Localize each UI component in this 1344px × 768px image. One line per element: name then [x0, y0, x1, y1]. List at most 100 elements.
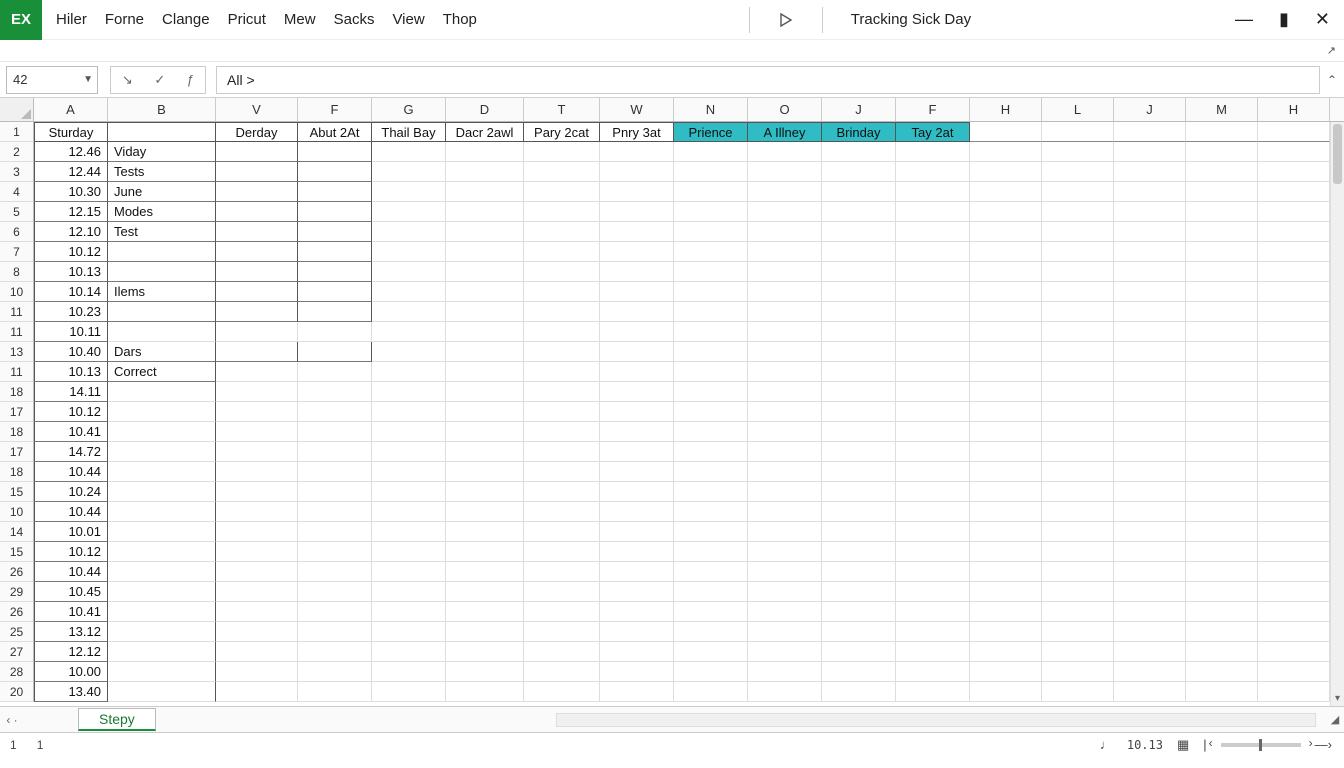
cell[interactable]: 13.40 — [34, 682, 108, 702]
cell[interactable] — [446, 462, 524, 482]
cell[interactable] — [600, 402, 674, 422]
cell[interactable]: Test — [108, 222, 216, 242]
row-header[interactable]: 14 — [0, 522, 34, 542]
cell[interactable] — [524, 422, 600, 442]
cell[interactable] — [524, 662, 600, 682]
cell[interactable] — [446, 202, 524, 222]
cell[interactable] — [524, 162, 600, 182]
cell[interactable] — [748, 202, 822, 222]
formula-input[interactable]: All > — [216, 66, 1320, 94]
cell[interactable] — [1114, 662, 1186, 682]
cell[interactable] — [298, 562, 372, 582]
cell[interactable] — [970, 342, 1042, 362]
menu-sacks[interactable]: Sacks — [334, 11, 375, 28]
cell[interactable]: 10.00 — [34, 662, 108, 682]
cell[interactable] — [674, 202, 748, 222]
col-header-J[interactable]: J — [1114, 98, 1186, 121]
cell[interactable] — [970, 502, 1042, 522]
cell[interactable] — [372, 222, 446, 242]
row-header[interactable]: 10 — [0, 282, 34, 302]
cell[interactable] — [896, 642, 970, 662]
cell[interactable] — [216, 622, 298, 642]
cell[interactable] — [674, 282, 748, 302]
menu-hiler[interactable]: Hiler — [56, 11, 87, 28]
col-header-A[interactable]: A — [34, 98, 108, 121]
cell[interactable] — [1186, 242, 1258, 262]
cell[interactable] — [1114, 342, 1186, 362]
cell[interactable]: Modes — [108, 202, 216, 222]
cell[interactable]: 10.24 — [34, 482, 108, 502]
cell[interactable] — [216, 362, 298, 382]
cell[interactable] — [674, 462, 748, 482]
col-header-H[interactable]: H — [970, 98, 1042, 121]
cell[interactable] — [970, 302, 1042, 322]
cell[interactable] — [372, 682, 446, 702]
cell[interactable] — [108, 462, 216, 482]
zoom-end-icon[interactable]: —› — [1315, 737, 1332, 752]
cell[interactable] — [216, 682, 298, 702]
row-header[interactable]: 18 — [0, 382, 34, 402]
cell[interactable] — [822, 462, 896, 482]
row-header[interactable]: 18 — [0, 462, 34, 482]
cell[interactable] — [1042, 422, 1114, 442]
cell[interactable] — [970, 662, 1042, 682]
cell[interactable] — [372, 662, 446, 682]
cell[interactable] — [298, 162, 372, 182]
cell[interactable] — [1186, 462, 1258, 482]
cell[interactable] — [372, 602, 446, 622]
cell[interactable] — [372, 242, 446, 262]
col-header-G[interactable]: G — [372, 98, 446, 121]
cell[interactable] — [970, 262, 1042, 282]
cell[interactable]: 14.72 — [34, 442, 108, 462]
cell[interactable] — [298, 602, 372, 622]
cell[interactable] — [108, 602, 216, 622]
cell[interactable] — [896, 182, 970, 202]
cell[interactable]: Correct — [108, 362, 216, 382]
cell[interactable] — [298, 382, 372, 402]
cell[interactable] — [1186, 482, 1258, 502]
cell[interactable] — [1258, 662, 1330, 682]
cell[interactable] — [446, 302, 524, 322]
row-header[interactable]: 27 — [0, 642, 34, 662]
cell[interactable]: 10.11 — [34, 322, 108, 342]
cell[interactable] — [896, 522, 970, 542]
cell[interactable] — [446, 582, 524, 602]
cell[interactable] — [1258, 202, 1330, 222]
formula-collapse-icon[interactable]: ⌃ — [1320, 73, 1344, 87]
cell[interactable] — [822, 322, 896, 342]
cell[interactable] — [108, 582, 216, 602]
cell[interactable] — [1114, 202, 1186, 222]
cell[interactable] — [524, 322, 600, 342]
cell[interactable] — [1258, 342, 1330, 362]
cell[interactable] — [1258, 442, 1330, 462]
cell[interactable] — [1114, 602, 1186, 622]
cell[interactable] — [822, 162, 896, 182]
cell[interactable] — [446, 562, 524, 582]
cell[interactable] — [1258, 242, 1330, 262]
cell[interactable] — [970, 562, 1042, 582]
cell[interactable] — [674, 402, 748, 422]
cell[interactable] — [372, 402, 446, 422]
view-grid-icon[interactable]: ▦ — [1177, 737, 1189, 753]
cell[interactable]: 10.12 — [34, 242, 108, 262]
cell[interactable] — [446, 182, 524, 202]
cell[interactable] — [1258, 462, 1330, 482]
col-header-W[interactable]: W — [600, 98, 674, 121]
cell[interactable] — [298, 182, 372, 202]
minimize-button[interactable]: — — [1235, 9, 1253, 30]
cell[interactable] — [1042, 202, 1114, 222]
cell[interactable] — [970, 642, 1042, 662]
cell[interactable]: 10.41 — [34, 422, 108, 442]
row-header[interactable]: 28 — [0, 662, 34, 682]
cell[interactable] — [1258, 282, 1330, 302]
cell[interactable] — [1114, 482, 1186, 502]
cell[interactable] — [524, 402, 600, 422]
cell[interactable] — [108, 542, 216, 562]
cell[interactable] — [1114, 582, 1186, 602]
cell[interactable] — [674, 442, 748, 462]
cell[interactable] — [1042, 382, 1114, 402]
cell[interactable] — [372, 162, 446, 182]
cell[interactable] — [446, 542, 524, 562]
cell[interactable] — [446, 522, 524, 542]
cell[interactable] — [822, 422, 896, 442]
